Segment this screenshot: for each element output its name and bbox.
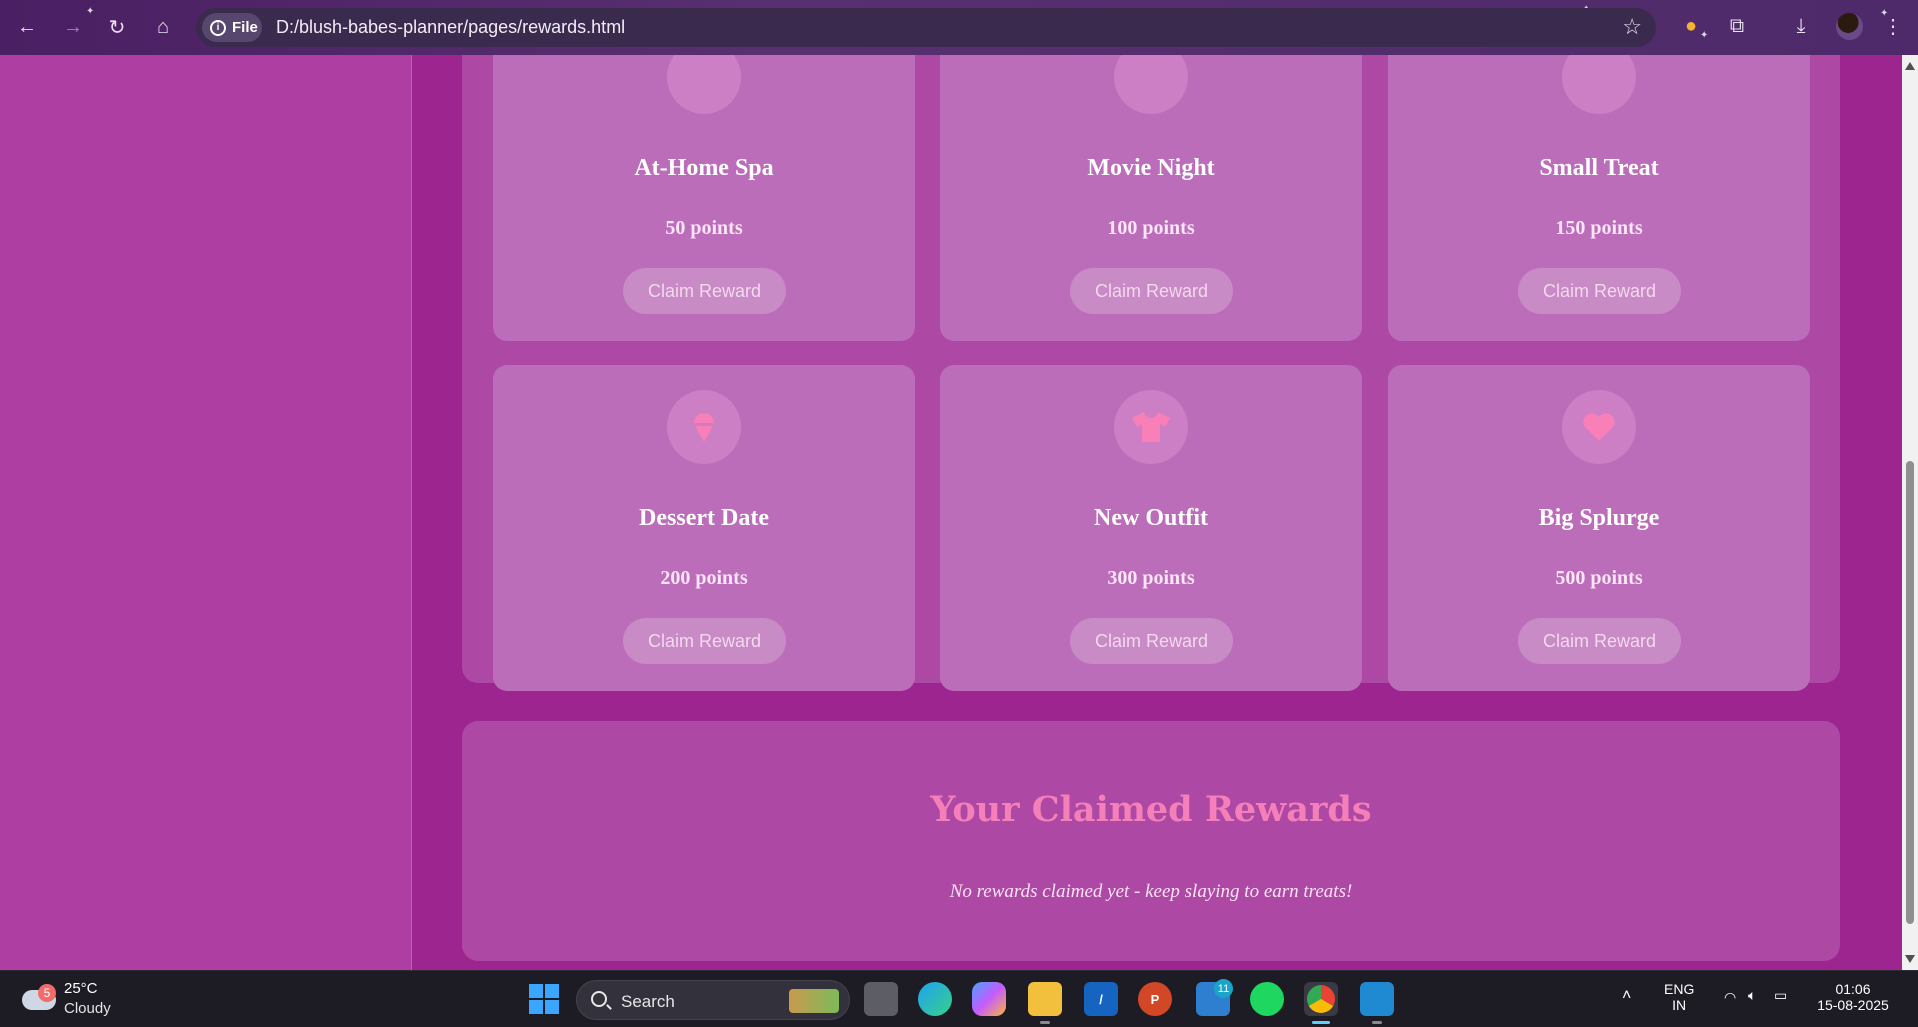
reward-points: 300 points: [1107, 567, 1195, 589]
spotify-icon[interactable]: [1250, 982, 1284, 1016]
back-icon[interactable]: ←: [14, 14, 40, 40]
claim-reward-button[interactable]: Claim Reward: [1070, 618, 1233, 664]
claim-reward-button[interactable]: Claim Reward: [623, 268, 786, 314]
notification-badge: 11: [1214, 979, 1233, 998]
film-icon: [1114, 55, 1188, 114]
search-label: Search: [621, 992, 675, 1011]
chrome-icon[interactable]: [1304, 982, 1338, 1016]
reward-card: Small Treat 150 points Claim Reward: [1388, 55, 1810, 341]
scroll-down-arrow-icon[interactable]: [1905, 955, 1915, 963]
sidebar: [0, 55, 412, 970]
language-code: ENG: [1664, 981, 1695, 997]
file-explorer-icon[interactable]: [1028, 982, 1062, 1016]
weather-badge: 5: [38, 984, 56, 1002]
task-view-icon[interactable]: [864, 982, 898, 1016]
reward-points: 50 points: [665, 217, 743, 239]
powerpoint-icon[interactable]: P: [1138, 982, 1172, 1016]
heart-icon: [1562, 390, 1636, 464]
reward-points: 150 points: [1555, 217, 1643, 239]
reward-name: Dessert Date: [639, 505, 769, 531]
claim-reward-button[interactable]: Claim Reward: [1518, 268, 1681, 314]
rewards-grid-panel: At-Home Spa 50 points Claim Reward Movie…: [462, 55, 1840, 691]
taskbar-search[interactable]: Search: [576, 980, 850, 1020]
page-scrollbar[interactable]: [1902, 55, 1918, 970]
reward-card: Big Splurge 500 points Claim Reward: [1388, 365, 1810, 691]
claim-reward-button[interactable]: Claim Reward: [1070, 268, 1233, 314]
shirt-icon: [1114, 390, 1188, 464]
bookmark-star-icon[interactable]: ☆: [1622, 14, 1642, 40]
autodesk-app-icon[interactable]: /: [1084, 982, 1118, 1016]
windows-start-icon[interactable]: [527, 982, 561, 1016]
vscode-icon[interactable]: [1360, 982, 1394, 1016]
chevron-up-icon[interactable]: ˄: [1622, 987, 1631, 1005]
home-icon[interactable]: ⌂: [150, 14, 176, 40]
claim-reward-button[interactable]: Claim Reward: [1518, 618, 1681, 664]
reward-name: Big Splurge: [1538, 505, 1660, 531]
spa-icon: [667, 55, 741, 114]
extensions-puzzle-icon[interactable]: ⧉: [1724, 13, 1750, 39]
reward-card: New Outfit 300 points Claim Reward: [940, 365, 1362, 691]
active-window-indicator: [1312, 1021, 1330, 1024]
claimed-rewards-title: Your Claimed Rewards: [930, 789, 1372, 830]
forward-icon[interactable]: →: [60, 14, 86, 40]
weather-condition: Cloudy: [64, 1000, 111, 1017]
page-viewport: At-Home Spa 50 points Claim Reward Movie…: [0, 55, 1902, 970]
reward-name: At-Home Spa: [634, 155, 774, 181]
reward-card: Movie Night 100 points Claim Reward: [940, 55, 1362, 341]
reward-name: New Outfit: [1094, 505, 1208, 531]
volume-icon[interactable]: 🔈︎: [1748, 987, 1756, 1004]
clock-time: 01:06: [1835, 981, 1871, 997]
clock-date: 15-08-2025: [1817, 997, 1889, 1013]
battery-icon[interactable]: ▭: [1774, 987, 1787, 1004]
scrollbar-thumb[interactable]: [1906, 461, 1914, 924]
reward-points: 200 points: [660, 567, 748, 589]
ice-cream-icon: [667, 390, 741, 464]
candy-icon: [1562, 55, 1636, 114]
running-indicator: [1040, 1021, 1050, 1024]
reward-points: 100 points: [1107, 217, 1195, 239]
extension-icon[interactable]: ●: [1678, 13, 1704, 39]
url-text[interactable]: D:/blush-babes-planner/pages/rewards.htm…: [276, 17, 625, 38]
language-indicator[interactable]: ENG IN: [1664, 981, 1694, 1013]
edge-browser-icon[interactable]: [918, 982, 952, 1016]
info-icon: i: [210, 19, 226, 36]
copilot-icon[interactable]: [972, 982, 1006, 1016]
reward-name: Movie Night: [1087, 155, 1215, 181]
profile-avatar[interactable]: [1836, 13, 1863, 40]
download-icon[interactable]: ⤓: [1788, 13, 1814, 39]
file-chip-label: File: [232, 19, 258, 36]
claim-reward-button[interactable]: Claim Reward: [623, 618, 786, 664]
weather-widget[interactable]: 5 25°C Cloudy: [22, 980, 142, 1020]
reward-name: Small Treat: [1539, 155, 1659, 181]
running-indicator: [1372, 1021, 1382, 1024]
reload-icon[interactable]: ↻: [104, 14, 130, 40]
clock[interactable]: 01:06 15-08-2025: [1816, 981, 1890, 1013]
reward-points: 500 points: [1555, 567, 1643, 589]
windows-taskbar: 5 25°C Cloudy Search / P 11 ˄ ENG IN ◠ 🔈…: [0, 970, 1918, 1027]
scroll-up-arrow-icon[interactable]: [1905, 62, 1915, 70]
search-icon: [591, 991, 607, 1007]
menu-kebab-icon[interactable]: ⋮: [1880, 13, 1906, 39]
claimed-rewards-panel: Your Claimed Rewards No rewards claimed …: [462, 721, 1840, 961]
claimed-rewards-empty-message: No rewards claimed yet - keep slaying to…: [949, 881, 1353, 902]
search-highlight-image: [789, 989, 839, 1013]
weather-temperature: 25°C: [64, 980, 98, 997]
wifi-icon[interactable]: ◠: [1724, 989, 1736, 1006]
reward-card: Dessert Date 200 points Claim Reward: [493, 365, 915, 691]
language-region: IN: [1672, 997, 1687, 1013]
site-info-chip[interactable]: i File: [202, 13, 262, 42]
address-bar[interactable]: i File D:/blush-babes-planner/pages/rewa…: [196, 8, 1656, 47]
reward-card: At-Home Spa 50 points Claim Reward: [493, 55, 915, 341]
main-content: At-Home Spa 50 points Claim Reward Movie…: [412, 55, 1902, 970]
browser-toolbar: ✦ ✦ ✦ ✦ ← → ↻ ⌂ i File D:/blush-babes-pl…: [0, 0, 1918, 55]
